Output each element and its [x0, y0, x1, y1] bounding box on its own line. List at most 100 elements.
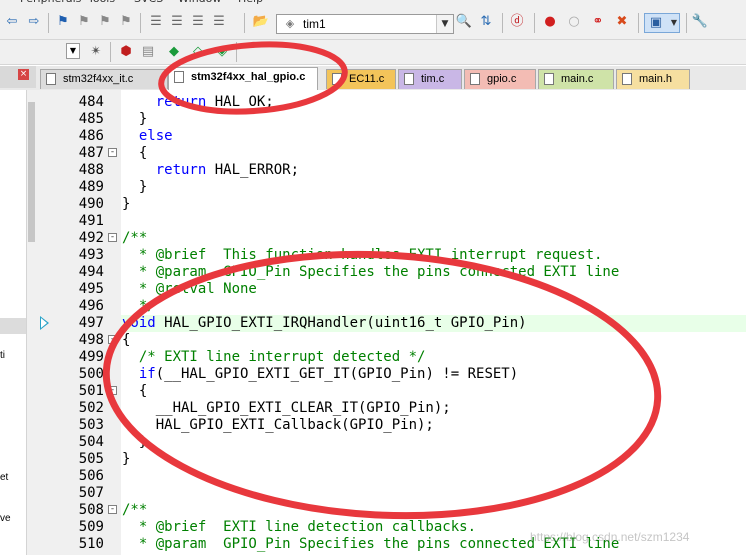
code-text: { [122, 332, 130, 349]
code-line[interactable]: 507 [0, 485, 746, 502]
incremental-find-icon[interactable]: ⇅ [478, 14, 494, 30]
unindent-icon[interactable]: ☰ [169, 14, 185, 30]
find-in-files-icon[interactable]: 📂 [253, 14, 269, 30]
bookmark-clear-icon[interactable]: ⚑ [118, 14, 134, 30]
close-icon[interactable]: × [18, 69, 29, 80]
bookmark-icon[interactable]: ⚑ [55, 14, 71, 30]
line-number: 501 [78, 383, 104, 399]
code-line[interactable]: 485 } [0, 111, 746, 128]
menu-item[interactable]: SVCS [134, 0, 163, 5]
code-line[interactable]: 496 */ [0, 298, 746, 315]
code-token: HAL_ERROR; [206, 162, 300, 178]
editor-tab[interactable]: stm32f4xx_it.c [40, 69, 168, 89]
menu-item[interactable]: Window [178, 0, 221, 5]
breakpoint-disable-icon[interactable]: ○ [566, 14, 582, 30]
code-line[interactable]: 502 __HAL_GPIO_EXTI_CLEAR_IT(GPIO_Pin); [0, 400, 746, 417]
find-icon[interactable]: 🔍 [456, 14, 472, 30]
separator [110, 42, 111, 62]
code-text: } [122, 196, 130, 213]
menu-item[interactable]: Tools [88, 0, 115, 5]
bookmark-next-icon[interactable]: ⚑ [97, 14, 113, 30]
line-number: 504 [78, 434, 104, 450]
code-line[interactable]: 501- { [0, 383, 746, 400]
line-number: 509 [78, 519, 104, 535]
code-line[interactable]: 484 return HAL_OK; [0, 94, 746, 111]
code-text: __HAL_GPIO_EXTI_CLEAR_IT(GPIO_Pin); [122, 400, 451, 417]
code-line[interactable]: 495 * @retval None [0, 281, 746, 298]
code-line[interactable]: 491 [0, 213, 746, 230]
code-line[interactable]: 504 } [0, 434, 746, 451]
pack-installer-icon[interactable]: ◆ [166, 44, 182, 60]
code-line[interactable]: 492-/** [0, 230, 746, 247]
rte-icon[interactable]: ◈ [214, 44, 230, 60]
breakpoint-insert-icon[interactable]: ● [542, 14, 558, 30]
separator [244, 13, 245, 33]
code-token: { [122, 145, 148, 161]
editor-tab[interactable]: tim.c [398, 69, 462, 89]
fold-toggle-icon[interactable]: - [108, 386, 117, 395]
code-line[interactable]: 497 void HAL_GPIO_EXTI_IRQHandler(uint16_… [0, 315, 746, 332]
code-line[interactable]: 499 /* EXTI line interrupt detected */ [0, 349, 746, 366]
fold-toggle-icon[interactable]: - [108, 505, 117, 514]
code-line[interactable]: 493 * @brief This function handles EXTI … [0, 247, 746, 264]
editor-tab[interactable]: gpio.c [464, 69, 536, 89]
code-token: { [122, 332, 131, 348]
code-line[interactable]: 508-/** [0, 502, 746, 519]
indent-icon[interactable]: ☰ [148, 14, 164, 30]
main-toolbar: ⇦ ⇨ ⚑ ⚑ ⚑ ⚑ ☰ ☰ ☰ ☰ 📂 ◈ tim1 ▼ 🔍 ⇅ ⓓ ● ○… [0, 6, 746, 40]
code-text: * @brief EXTI line detection callbacks. [122, 519, 476, 536]
editor-tab[interactable]: EC11.c [326, 69, 396, 89]
line-number: 502 [78, 400, 104, 416]
file-icon [332, 73, 342, 85]
code-line[interactable]: 505} [0, 451, 746, 468]
code-token: } [122, 434, 148, 450]
fold-toggle-icon[interactable]: - [108, 233, 117, 242]
editor-tab[interactable]: main.c [538, 69, 614, 89]
comment-token: * @param GPIO_Pin Specifies the pins con… [122, 264, 620, 280]
comment-token: /* EXTI line interrupt detected */ [122, 349, 426, 365]
debug-icon[interactable]: ⓓ [509, 14, 525, 30]
select-packs-icon[interactable]: ▤ [140, 44, 156, 60]
build-toolbar: ▼ ✴ ⬢ ▤ ◆ ◇ ◈ [0, 40, 746, 65]
code-line[interactable]: 486 else [0, 128, 746, 145]
menu-item[interactable]: Help [238, 0, 263, 5]
breakpoint-kill-all-icon[interactable]: ✖ [614, 14, 630, 30]
code-line[interactable]: 500 if(__HAL_GPIO_EXTI_GET_IT(GPIO_Pin) … [0, 366, 746, 383]
bookmark-prev-icon[interactable]: ⚑ [76, 14, 92, 30]
navigate-back-icon[interactable]: ⇦ [4, 14, 20, 30]
target-select[interactable]: ◈ tim1 ▼ [276, 14, 454, 34]
chevron-down-icon[interactable]: ▼ [436, 15, 453, 33]
window-layout-button[interactable]: ▣ ▼ [644, 13, 680, 33]
code-line[interactable]: 488 return HAL_ERROR; [0, 162, 746, 179]
tab-label: EC11.c [349, 73, 385, 85]
chevron-down-icon: ▼ [69, 46, 77, 55]
code-token: } [122, 451, 131, 467]
code-line[interactable]: 506 [0, 468, 746, 485]
editor-tab[interactable]: main.h [616, 69, 690, 89]
code-text: /* EXTI line interrupt detected */ [122, 349, 426, 366]
dropdown-button[interactable]: ▼ [66, 43, 80, 59]
code-line[interactable]: 503 HAL_GPIO_EXTI_Callback(GPIO_Pin); [0, 417, 746, 434]
code-line[interactable]: 494 * @param GPIO_Pin Specifies the pins… [0, 264, 746, 281]
file-icon [544, 73, 554, 85]
line-number: 487 [78, 145, 104, 161]
component-icon[interactable]: ◇ [190, 44, 206, 60]
code-line[interactable]: 489 } [0, 179, 746, 196]
manage-components-icon[interactable]: ⬢ [118, 44, 134, 60]
line-number: 506 [78, 468, 104, 484]
magic-wand-icon[interactable]: ✴ [88, 44, 104, 60]
code-token: } [122, 179, 148, 195]
editor-tab[interactable]: stm32f4xx_hal_gpio.c [168, 67, 318, 90]
menu-item[interactable]: Peripherals [20, 0, 81, 5]
code-line[interactable]: 487- { [0, 145, 746, 162]
navigate-forward-icon[interactable]: ⇨ [26, 14, 42, 30]
code-token: (__HAL_GPIO_EXTI_GET_IT(GPIO_Pin) != RES… [155, 366, 519, 382]
code-line[interactable]: 498-{ [0, 332, 746, 349]
comment-icon[interactable]: ☰ [190, 14, 206, 30]
configure-icon[interactable]: 🔧 [692, 14, 708, 30]
fold-toggle-icon[interactable]: - [108, 148, 117, 157]
code-line[interactable]: 490} [0, 196, 746, 213]
fold-toggle-icon[interactable]: - [108, 335, 117, 344]
breakpoint-disable-all-icon[interactable]: ⚭ [590, 14, 606, 30]
uncomment-icon[interactable]: ☰ [211, 14, 227, 30]
